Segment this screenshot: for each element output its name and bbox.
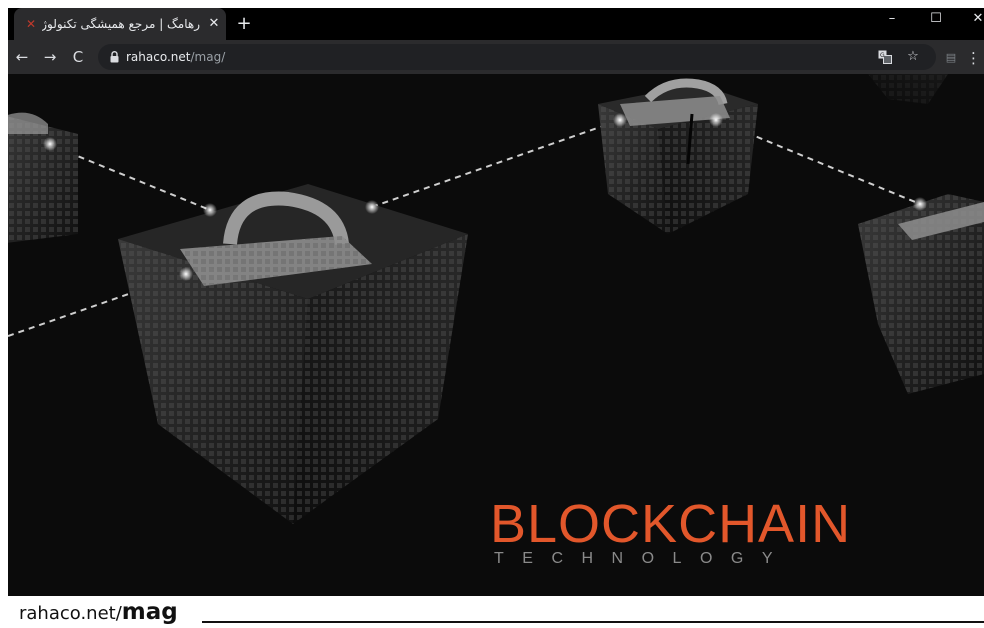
cube-left-edge — [8, 112, 78, 243]
lock-icon[interactable] — [110, 51, 119, 63]
back-button[interactable]: ← — [12, 47, 32, 67]
window-close-button[interactable]: ✕ — [958, 8, 984, 38]
url-path: /mag/ — [190, 50, 226, 64]
minimize-button[interactable]: – — [872, 8, 912, 38]
forward-button[interactable]: → — [40, 47, 60, 67]
tab-rahaco-mag[interactable]: ✕ رهامگ | مرجع همیشگی تکنولوژی | ✕ — [14, 8, 226, 40]
cube-top — [598, 78, 758, 234]
cube-right — [858, 194, 984, 394]
tab-strip: ✕ رهامگ | مرجع همیشگی تکنولوژی | ✕ + – ☐… — [8, 8, 984, 40]
maximize-button[interactable]: ☐ — [916, 8, 956, 38]
headline: BLOCKCHAIN — [490, 494, 852, 554]
page-content: BLOCKCHAIN TECHNOLOGY — [8, 74, 984, 596]
url-host: rahaco.net — [126, 50, 191, 64]
cube-far-top-right — [868, 74, 948, 104]
new-tab-button[interactable]: + — [234, 14, 254, 34]
cube-center — [118, 184, 468, 524]
browser-window: ✕ رهامگ | مرجع همیشگی تکنولوژی | ✕ + – ☐… — [0, 0, 984, 628]
caption-path: mag — [121, 599, 178, 625]
caption-text: rahaco.net/mag — [19, 599, 178, 625]
reload-button[interactable]: C — [68, 47, 88, 67]
extension-icon[interactable]: ▤ — [944, 51, 958, 65]
svg-text:G: G — [880, 52, 885, 59]
rahaco-favicon-icon: ✕ — [25, 17, 37, 31]
subheadline: TECHNOLOGY — [494, 550, 792, 567]
tab-title: رهامگ | مرجع همیشگی تکنولوژی | — [42, 17, 200, 31]
bookmark-star-icon[interactable]: ☆ — [904, 48, 922, 66]
browser-menu-icon[interactable]: ⋮ — [966, 48, 981, 68]
browser-toolbar: ← → C rahaco.net/mag/ G ☆ ▤ ⋮ — [8, 40, 984, 74]
caption-host: rahaco.net/ — [19, 603, 122, 624]
caption-divider — [202, 621, 984, 623]
caption-bar: rahaco.net/mag — [0, 596, 984, 628]
url-text[interactable]: rahaco.net/mag/ — [126, 49, 225, 65]
tab-close-icon[interactable]: ✕ — [206, 16, 222, 32]
address-bar[interactable]: rahaco.net/mag/ G ☆ — [98, 44, 936, 70]
translate-icon[interactable]: G — [876, 48, 894, 66]
